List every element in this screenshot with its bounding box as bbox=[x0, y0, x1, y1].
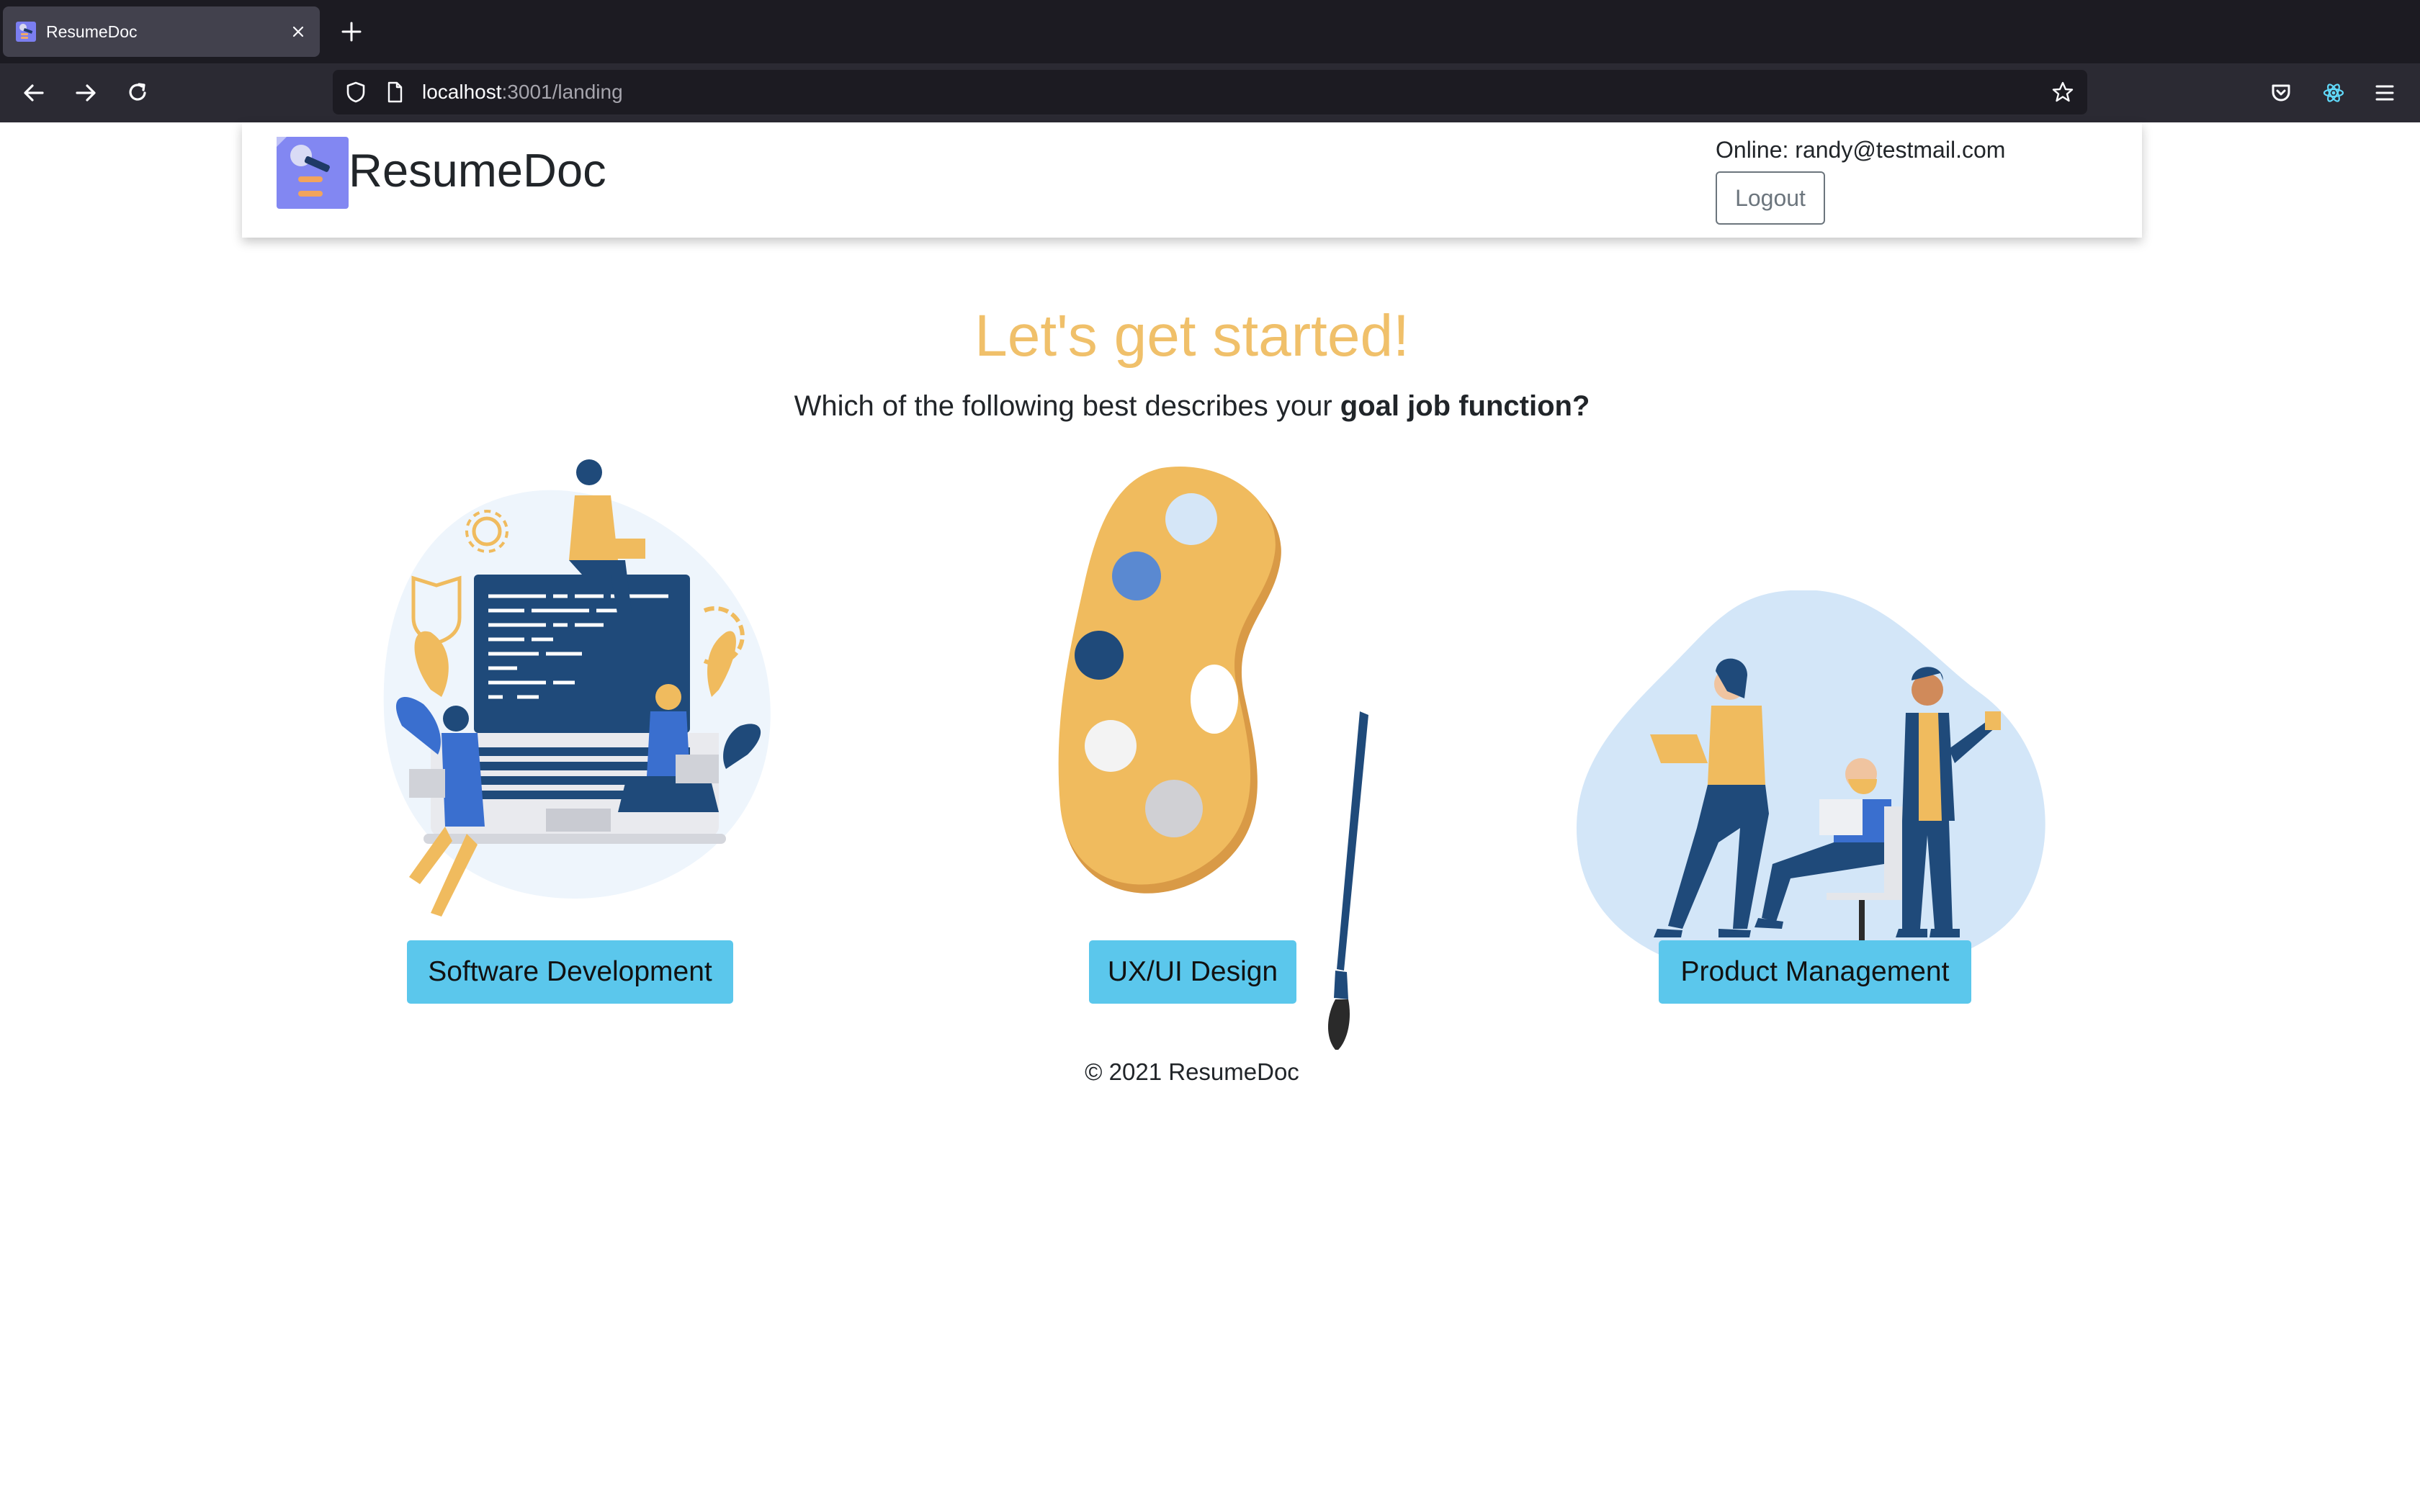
site-header: ResumeDoc Online: randy@testmail.com Log… bbox=[242, 122, 2142, 238]
subtitle-emphasis: goal job function? bbox=[1340, 390, 1590, 422]
hamburger-menu-icon[interactable] bbox=[2367, 76, 2402, 110]
pocket-icon[interactable] bbox=[2264, 76, 2298, 110]
back-arrow-icon[interactable] bbox=[17, 76, 51, 110]
shield-icon[interactable] bbox=[343, 79, 369, 105]
react-devtools-icon[interactable] bbox=[2316, 76, 2351, 110]
reload-icon[interactable] bbox=[120, 76, 155, 110]
subtitle-text: Which of the following best describes yo… bbox=[794, 390, 1340, 422]
browser-nav-bar: localhost:3001/landing bbox=[0, 63, 2420, 124]
software-development-button[interactable]: Software Development bbox=[407, 940, 733, 1004]
resumedoc-logo-icon[interactable] bbox=[277, 137, 349, 209]
page-document-icon bbox=[387, 81, 403, 103]
url-host: localhost bbox=[422, 81, 502, 103]
page-subtitle: Which of the following best describes yo… bbox=[0, 390, 2384, 423]
forward-arrow-icon[interactable] bbox=[68, 76, 103, 110]
url-path: :3001/landing bbox=[501, 81, 623, 103]
logout-button[interactable]: Logout bbox=[1716, 171, 1825, 225]
browser-tab-active[interactable]: ResumeDoc bbox=[3, 6, 320, 57]
ux-ui-design-button[interactable]: UX/UI Design bbox=[1089, 940, 1296, 1004]
close-tab-icon[interactable] bbox=[284, 17, 313, 46]
brand-name[interactable]: ResumeDoc bbox=[349, 138, 606, 203]
bookmark-star-icon[interactable] bbox=[2050, 79, 2076, 105]
footer-copyright: © 2021 ResumeDoc bbox=[1085, 1058, 1299, 1085]
new-tab-icon[interactable] bbox=[336, 16, 367, 48]
tab-title: ResumeDoc bbox=[46, 22, 138, 41]
address-bar[interactable]: localhost:3001/landing bbox=[333, 70, 2087, 114]
resumedoc-favicon-icon bbox=[16, 22, 36, 42]
online-status: Online: randy@testmail.com bbox=[1716, 137, 2006, 163]
product-management-button[interactable]: Product Management bbox=[1659, 940, 1971, 1004]
browser-tab-bar: ResumeDoc bbox=[0, 0, 2420, 63]
url-text[interactable]: localhost:3001/landing bbox=[422, 70, 623, 114]
page-content: ResumeDoc Online: randy@testmail.com Log… bbox=[0, 122, 2420, 1512]
page-headline: Let's get started! bbox=[974, 303, 1410, 369]
